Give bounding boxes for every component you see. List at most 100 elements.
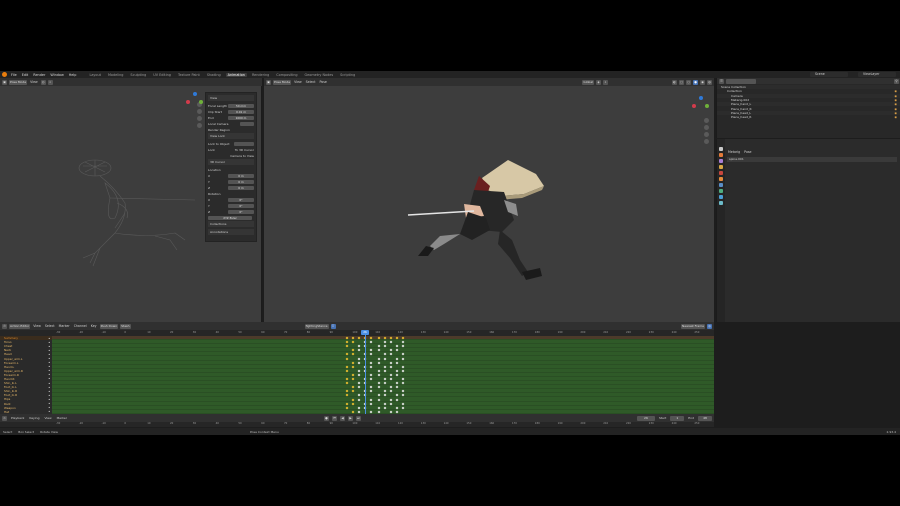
current-frame-field[interactable]: 26	[636, 415, 655, 421]
bone-name-field[interactable]: spine.001	[727, 157, 897, 162]
blender-logo-icon[interactable]	[2, 72, 7, 77]
channel-lock-icon[interactable]: 🔒︎	[49, 373, 50, 376]
camera-view-icon[interactable]	[704, 132, 709, 137]
view-layer-selector[interactable]: ViewLayer	[858, 72, 896, 77]
scene-selector[interactable]: Scene	[810, 72, 848, 77]
tab-scripting[interactable]: Scripting	[338, 73, 357, 77]
transform-orientation-select[interactable]: Global	[582, 79, 594, 85]
outliner-type-icon[interactable]: ☰	[719, 78, 724, 84]
dopesheet-select-menu[interactable]: Select	[44, 324, 56, 328]
menu-file[interactable]: File	[10, 73, 18, 77]
viewport-right-gizmo[interactable]	[692, 96, 710, 114]
object-tab-icon[interactable]	[719, 177, 723, 181]
channel-lock-icon[interactable]: 🔒︎	[49, 377, 50, 380]
visibility-eye-icon[interactable]: ◉	[894, 115, 897, 119]
shading-solid-icon[interactable]: ●	[693, 79, 698, 85]
shading-render-icon[interactable]: ◍	[707, 79, 712, 85]
editor-type-icon[interactable]: ▣	[266, 79, 271, 85]
transform-icon[interactable]: ◎	[40, 79, 46, 85]
channel-lock-icon[interactable]: 🔒︎	[49, 390, 50, 393]
editor-type-icon[interactable]: ▣	[2, 79, 7, 85]
keying-menu[interactable]: Keying	[28, 416, 40, 420]
play-icon[interactable]: ▶	[347, 415, 353, 421]
tab-animation[interactable]: Animation	[225, 72, 247, 77]
tab-rendering[interactable]: Rendering	[250, 73, 271, 77]
viewport-right[interactable]: ▣ Pose Mode View Select Pose Global ◈ ⌖ …	[264, 78, 714, 322]
axis-z-icon[interactable]	[699, 96, 703, 100]
channel-lock-icon[interactable]: 🔒︎	[49, 382, 50, 385]
axis-x-icon[interactable]	[186, 100, 190, 104]
jump-end-icon[interactable]: ⏭	[355, 415, 361, 421]
tab-compositing[interactable]: Compositing	[274, 73, 299, 77]
channel-lock-icon[interactable]: 🔒︎	[49, 394, 50, 397]
start-frame-field[interactable]: 1	[670, 415, 685, 421]
to-3d-cursor-checkbox[interactable]: To 3D Cursor	[235, 148, 254, 152]
tab-modeling[interactable]: Modeling	[106, 73, 125, 77]
cursor-rot-x-field[interactable]: 0°	[228, 197, 254, 202]
editor-type-icon[interactable]: ⏱	[2, 323, 7, 329]
cursor-rot-y-field[interactable]: 0°	[228, 203, 254, 208]
channel-lock-icon[interactable]: 🔒︎	[49, 386, 50, 389]
outliner-search-input[interactable]	[726, 78, 756, 84]
viewport-left[interactable]: ▣ Pose Mode View ◎ ⌖ View Focal Length 5…	[0, 78, 262, 322]
menu-edit[interactable]: Edit	[21, 73, 30, 77]
render-region-row[interactable]: Render Region	[208, 127, 254, 132]
pivot-icon[interactable]: ◈	[596, 79, 601, 85]
filter-icon[interactable]: ⚲	[894, 78, 899, 84]
view-menu[interactable]: View	[293, 80, 303, 84]
pan-icon[interactable]	[704, 125, 709, 130]
channel-lock-icon[interactable]: 🔒︎	[49, 337, 50, 340]
channel-lock-icon[interactable]: 🔒︎	[49, 345, 50, 348]
mode-selector[interactable]: Pose Mode	[9, 79, 28, 85]
camera-to-view-checkbox[interactable]: Camera to View	[230, 154, 254, 158]
fake-user-icon[interactable]: ⛉	[330, 323, 336, 329]
cursor-loc-z-field[interactable]: 0 m	[228, 185, 254, 190]
clip-end-field[interactable]: 1000 m	[228, 115, 254, 120]
end-frame-field[interactable]: 48	[698, 415, 712, 421]
channel-lock-icon[interactable]: 🔒︎	[49, 369, 50, 372]
camera-view-icon[interactable]	[197, 116, 202, 121]
select-menu[interactable]: Select	[305, 80, 317, 84]
timeline-marker-menu[interactable]: Marker	[56, 416, 68, 420]
action-selector[interactable]: fightingStance	[304, 323, 329, 329]
rotation-mode-select[interactable]: XYZ Euler	[208, 215, 252, 220]
lock-to-object-field[interactable]	[234, 141, 254, 146]
channel-lock-icon[interactable]: 🔒︎	[49, 361, 50, 364]
output-tab-icon[interactable]	[719, 159, 723, 163]
dopesheet-mode-select[interactable]: Action Editor	[9, 323, 31, 329]
camera-to-view-row[interactable]: Camera to View	[208, 153, 254, 158]
push-down-button[interactable]: Push Down	[99, 323, 119, 329]
shading-wire-icon[interactable]: ○	[686, 79, 691, 85]
3d-cursor-header[interactable]: 3D Cursor	[208, 159, 254, 165]
proportional-icon[interactable]: ◎	[707, 323, 712, 329]
channel-lock-icon[interactable]: 🔒︎	[49, 349, 50, 352]
dopesheet-key-menu[interactable]: Key	[90, 324, 98, 328]
local-camera-field[interactable]	[240, 121, 254, 126]
playback-menu[interactable]: Playback	[10, 416, 25, 420]
channel-lock-icon[interactable]: 🔒︎	[49, 406, 50, 409]
channel-lock-icon[interactable]: 🔒︎	[49, 365, 50, 368]
clip-start-field[interactable]: 0.01 m	[228, 109, 254, 114]
record-icon[interactable]: ●	[323, 415, 329, 421]
channel-lock-icon[interactable]: 🔒︎	[49, 410, 50, 413]
snap-icon[interactable]: ⌖	[603, 79, 608, 85]
snap-icon[interactable]: ⌖	[47, 79, 53, 85]
focal-length-field[interactable]: 50 mm	[228, 103, 254, 108]
stash-button[interactable]: Stash	[120, 323, 131, 329]
timeline-editor-icon[interactable]: ⏲	[2, 415, 7, 421]
constraint-tab-icon[interactable]	[719, 201, 723, 205]
perspective-icon[interactable]	[197, 123, 202, 128]
xray-icon[interactable]: ▢	[679, 79, 684, 85]
shading-material-icon[interactable]: ◉	[700, 79, 705, 85]
render-tab-icon[interactable]	[719, 153, 723, 157]
tab-geometry-nodes[interactable]: Geometry Nodes	[303, 73, 336, 77]
tool-tab-icon[interactable]	[719, 147, 723, 151]
outliner-item-piece-head-r[interactable]: Piece_head_R ◉	[717, 115, 900, 119]
keyframe-area[interactable]	[52, 336, 714, 418]
channel-lock-icon[interactable]: 🔒︎	[49, 353, 50, 356]
timeline-ruler[interactable]: -30 -20 -10 0 10 20 30 40 50 60 70 80 90 100 110 120 130…	[0, 422, 714, 427]
overlay-icon[interactable]: ◐	[672, 79, 677, 85]
play-reverse-icon[interactable]: ◀	[339, 415, 345, 421]
cursor-loc-x-field[interactable]: 0 m	[228, 173, 254, 178]
data-tab-icon[interactable]	[719, 189, 723, 193]
